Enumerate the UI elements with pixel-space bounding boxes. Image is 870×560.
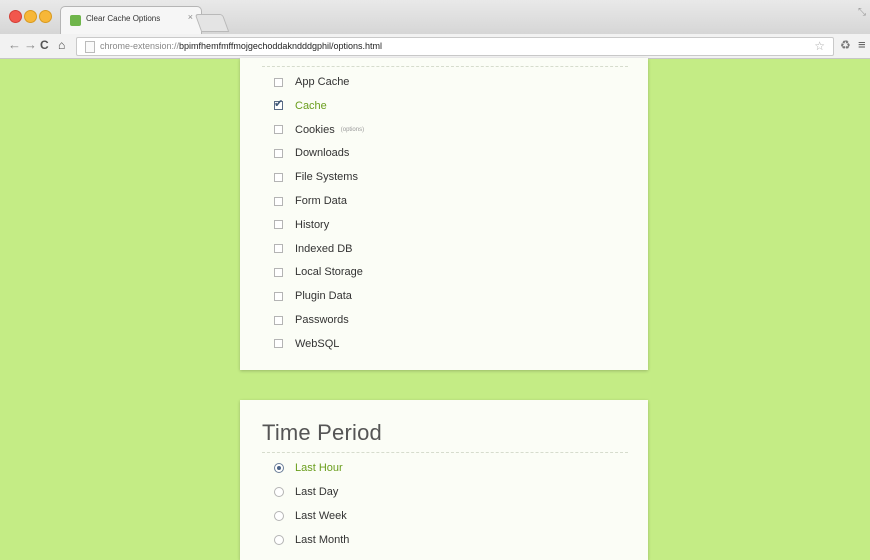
- data-type-option[interactable]: Passwords: [274, 312, 349, 328]
- data-type-option[interactable]: Downloads: [274, 145, 349, 161]
- url-path: bpimfhemfmffmojgechoddakndddgphil/option…: [179, 41, 382, 51]
- window-minimize-button[interactable]: [24, 10, 37, 23]
- back-arrow-icon[interactable]: ←: [8, 37, 21, 52]
- time-period-card: Time Period Last Hour Last Day Last Week La…: [240, 400, 648, 560]
- time-period-option[interactable]: Last Hour: [274, 460, 343, 476]
- fullscreen-icon[interactable]: ⤡: [858, 7, 866, 18]
- radio-button[interactable]: [274, 487, 284, 497]
- address-bar[interactable]: chrome-extension://bpimfhemfmffmojgechod…: [76, 37, 834, 56]
- option-label: Indexed DB: [295, 242, 353, 255]
- checkbox[interactable]: [274, 267, 283, 277]
- checkbox[interactable]: [274, 77, 283, 87]
- checkbox[interactable]: [274, 220, 283, 230]
- option-label: Cache: [295, 99, 327, 112]
- time-period-option[interactable]: Last Month: [274, 532, 349, 548]
- checkbox[interactable]: [274, 244, 283, 254]
- browser-tab[interactable]: Clear Cache Options ×: [60, 6, 202, 35]
- window-maximize-button[interactable]: [39, 10, 52, 23]
- data-type-option[interactable]: WebSQL: [274, 336, 339, 352]
- data-type-option[interactable]: Cookies (options): [274, 122, 364, 138]
- checkbox[interactable]: [274, 125, 283, 135]
- extension-favicon-icon: [70, 15, 81, 26]
- time-period-option[interactable]: Last Day: [274, 484, 338, 500]
- bookmark-star-icon[interactable]: ☆: [814, 39, 825, 53]
- option-label: Form Data: [295, 195, 347, 207]
- data-type-option[interactable]: File Systems: [274, 169, 358, 185]
- checkbox[interactable]: [274, 97, 283, 111]
- title-bar: Clear Cache Options × ⤡: [0, 0, 870, 35]
- section-title: Time Period: [262, 420, 382, 445]
- url-scheme: chrome-extension://: [100, 41, 180, 51]
- radio-button[interactable]: [274, 463, 284, 473]
- checkbox[interactable]: [274, 339, 283, 349]
- data-type-option[interactable]: Indexed DB: [274, 241, 352, 257]
- option-label: Last Month: [295, 534, 350, 546]
- data-type-option[interactable]: Form Data: [274, 193, 347, 209]
- option-note[interactable]: (options): [341, 127, 364, 133]
- option-label: Plugin Data: [295, 290, 352, 303]
- checkbox[interactable]: [274, 148, 283, 158]
- page-icon: [85, 41, 95, 53]
- option-label: Downloads: [295, 147, 350, 160]
- reload-icon[interactable]: C: [40, 38, 49, 52]
- checkbox[interactable]: [274, 196, 283, 206]
- data-type-option[interactable]: Cache: [274, 97, 327, 114]
- window-close-button[interactable]: [9, 10, 22, 23]
- section-divider: [262, 452, 628, 453]
- forward-arrow-icon[interactable]: →: [24, 37, 37, 52]
- time-period-option[interactable]: Last Week: [274, 508, 347, 524]
- option-label: History: [295, 218, 330, 231]
- data-type-option[interactable]: App Cache: [274, 74, 349, 90]
- tab-close-icon[interactable]: ×: [188, 12, 193, 22]
- checkbox[interactable]: [274, 172, 283, 182]
- option-label: App Cache: [295, 76, 350, 88]
- new-tab-button[interactable]: [194, 14, 230, 32]
- radio-button[interactable]: [274, 511, 284, 521]
- option-label: File Systems: [295, 171, 358, 184]
- radio-button[interactable]: [274, 535, 284, 545]
- browser-chrome: Clear Cache Options × ⤡ ← → C ⌂ chrome-e…: [0, 0, 870, 59]
- data-type-option[interactable]: History: [274, 217, 329, 233]
- extension-recycle-icon[interactable]: ♻: [840, 38, 851, 52]
- checkbox[interactable]: [274, 315, 283, 325]
- option-label: Passwords: [295, 314, 349, 326]
- option-label: Last Week: [295, 510, 347, 522]
- home-icon[interactable]: ⌂: [58, 38, 65, 52]
- option-label: WebSQL: [295, 337, 340, 350]
- menu-icon[interactable]: ≡: [858, 37, 866, 52]
- option-label: Local Storage: [295, 266, 363, 279]
- data-type-option[interactable]: Local Storage: [274, 264, 363, 280]
- url-text: chrome-extension://bpimfhemfmffmojgechod…: [100, 41, 382, 51]
- checkbox[interactable]: [274, 291, 283, 301]
- data-types-card: App Cache Cache Cookies (options) Downloads F…: [240, 58, 648, 370]
- option-label: Last Day: [295, 486, 339, 498]
- option-label: Cookies: [295, 123, 335, 136]
- section-divider: [262, 66, 628, 67]
- data-type-option[interactable]: Plugin Data: [274, 288, 352, 304]
- option-label: Last Hour: [295, 462, 343, 474]
- browser-toolbar: ← → C ⌂ chrome-extension://bpimfhemfmffm…: [0, 34, 870, 59]
- tab-title: Clear Cache Options: [86, 14, 161, 23]
